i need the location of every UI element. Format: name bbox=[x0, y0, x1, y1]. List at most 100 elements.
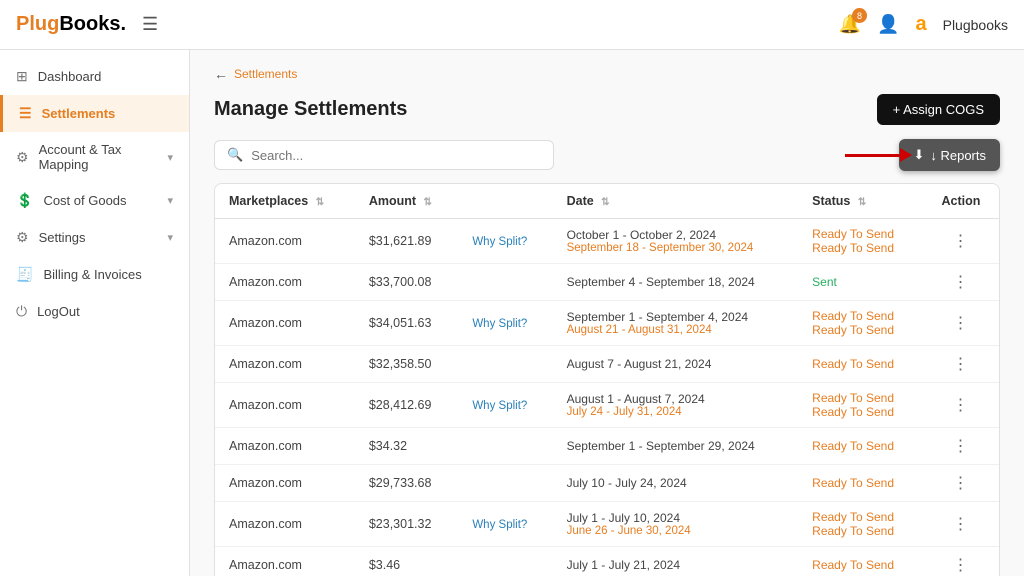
brand-label: Plugbooks bbox=[943, 17, 1008, 33]
sidebar-item-settings[interactable]: ⚙ Settings ▾ bbox=[0, 219, 189, 256]
cell-action[interactable]: ⋮ bbox=[923, 346, 999, 383]
sidebar-item-label: Cost of Goods bbox=[43, 193, 126, 208]
cell-status: Ready To Send bbox=[798, 346, 923, 383]
annotation-arrow bbox=[845, 148, 912, 162]
amazon-icon: a bbox=[915, 13, 926, 36]
cell-why-split bbox=[458, 465, 552, 502]
cell-action[interactable]: ⋮ bbox=[923, 428, 999, 465]
cell-marketplace: Amazon.com bbox=[215, 346, 355, 383]
cell-date: July 10 - July 24, 2024 bbox=[553, 465, 799, 502]
notification-badge: 8 bbox=[852, 8, 867, 23]
billing-icon: 🧾 bbox=[16, 266, 33, 283]
back-button[interactable]: ← bbox=[214, 66, 228, 82]
page-title: Manage Settlements bbox=[214, 98, 407, 121]
cell-action[interactable]: ⋮ bbox=[923, 301, 999, 346]
reports-label: ↓ Reports bbox=[930, 148, 986, 163]
cell-action[interactable]: ⋮ bbox=[923, 547, 999, 576]
sidebar: ⊞ Dashboard ☰ Settlements ⚙ Account & Ta… bbox=[0, 50, 190, 576]
sidebar-item-account-tax[interactable]: ⚙ Account & Tax Mapping ▾ bbox=[0, 132, 189, 182]
action-menu-icon[interactable]: ⋮ bbox=[952, 438, 969, 455]
action-menu-icon[interactable]: ⋮ bbox=[952, 315, 969, 332]
sidebar-item-logout[interactable]: ⏻ LogOut bbox=[0, 293, 189, 330]
reports-button[interactable]: ⬇ ↓ Reports bbox=[899, 139, 1000, 171]
sidebar-item-settlements[interactable]: ☰ Settlements bbox=[0, 95, 189, 132]
cell-action[interactable]: ⋮ bbox=[923, 502, 999, 547]
chevron-down-icon: ▾ bbox=[167, 194, 173, 207]
cell-status: Ready To Send bbox=[798, 428, 923, 465]
search-input[interactable] bbox=[251, 148, 541, 163]
sidebar-item-dashboard[interactable]: ⊞ Dashboard bbox=[0, 58, 189, 95]
cell-date: July 1 - July 21, 2024 bbox=[553, 547, 799, 576]
cell-status: Ready To Send Ready To Send bbox=[798, 383, 923, 428]
sort-icon[interactable]: ⇅ bbox=[316, 197, 324, 208]
navbar-left: PlugBooks. ☰ bbox=[16, 13, 158, 36]
cell-status: Ready To Send Ready To Send bbox=[798, 502, 923, 547]
cell-why-split bbox=[458, 428, 552, 465]
account-tax-icon: ⚙ bbox=[16, 149, 29, 166]
cell-marketplace: Amazon.com bbox=[215, 301, 355, 346]
sort-icon[interactable]: ⇅ bbox=[858, 197, 866, 208]
cell-marketplace: Amazon.com bbox=[215, 465, 355, 502]
cell-date: October 1 - October 2, 2024 September 18… bbox=[553, 219, 799, 264]
reports-area: ⬇ ↓ Reports bbox=[899, 139, 1000, 171]
table-row: Amazon.com $32,358.50 August 7 - August … bbox=[215, 346, 999, 383]
col-why-split bbox=[458, 184, 552, 219]
action-menu-icon[interactable]: ⋮ bbox=[952, 274, 969, 291]
table-row: Amazon.com $34,051.63 Why Split? Septemb… bbox=[215, 301, 999, 346]
cell-why-split bbox=[458, 547, 552, 576]
cell-action[interactable]: ⋮ bbox=[923, 465, 999, 502]
cell-why-split[interactable]: Why Split? bbox=[458, 383, 552, 428]
action-menu-icon[interactable]: ⋮ bbox=[952, 475, 969, 492]
sidebar-item-label: Settlements bbox=[42, 106, 116, 121]
cell-marketplace: Amazon.com bbox=[215, 219, 355, 264]
settlements-icon: ☰ bbox=[19, 105, 32, 122]
col-status: Status ⇅ bbox=[798, 184, 923, 219]
cell-amount: $34,051.63 bbox=[355, 301, 458, 346]
cog-icon: 💲 bbox=[16, 192, 33, 209]
page-header: Manage Settlements + Assign COGS bbox=[214, 94, 1000, 125]
sort-icon[interactable]: ⇅ bbox=[424, 197, 432, 208]
cell-marketplace: Amazon.com bbox=[215, 383, 355, 428]
sidebar-item-cost-of-goods[interactable]: 💲 Cost of Goods ▾ bbox=[0, 182, 189, 219]
main-layout: ⊞ Dashboard ☰ Settlements ⚙ Account & Ta… bbox=[0, 50, 1024, 576]
action-menu-icon[interactable]: ⋮ bbox=[952, 516, 969, 533]
sort-icon[interactable]: ⇅ bbox=[601, 197, 609, 208]
cell-why-split[interactable]: Why Split? bbox=[458, 219, 552, 264]
cell-date: August 1 - August 7, 2024 July 24 - July… bbox=[553, 383, 799, 428]
notification-icon[interactable]: 🔔 8 bbox=[839, 14, 861, 35]
cell-why-split bbox=[458, 346, 552, 383]
sidebar-item-billing[interactable]: 🧾 Billing & Invoices bbox=[0, 256, 189, 293]
action-menu-icon[interactable]: ⋮ bbox=[952, 557, 969, 574]
table-row: Amazon.com $29,733.68 July 10 - July 24,… bbox=[215, 465, 999, 502]
cell-amount: $33,700.08 bbox=[355, 264, 458, 301]
cell-date: September 4 - September 18, 2024 bbox=[553, 264, 799, 301]
table-row: Amazon.com $23,301.32 Why Split? July 1 … bbox=[215, 502, 999, 547]
logo-books: Books. bbox=[59, 13, 126, 35]
cell-action[interactable]: ⋮ bbox=[923, 383, 999, 428]
cell-action[interactable]: ⋮ bbox=[923, 264, 999, 301]
user-icon[interactable]: 👤 bbox=[877, 14, 899, 35]
dashboard-icon: ⊞ bbox=[16, 68, 28, 85]
action-menu-icon[interactable]: ⋮ bbox=[952, 356, 969, 373]
menu-icon[interactable]: ☰ bbox=[142, 14, 158, 35]
cell-date: July 1 - July 10, 2024 June 26 - June 30… bbox=[553, 502, 799, 547]
sidebar-item-label: Dashboard bbox=[38, 69, 102, 84]
cell-marketplace: Amazon.com bbox=[215, 428, 355, 465]
cell-status: Ready To Send bbox=[798, 465, 923, 502]
logo: PlugBooks. bbox=[16, 13, 126, 36]
cell-status: Ready To Send bbox=[798, 547, 923, 576]
col-date: Date ⇅ bbox=[553, 184, 799, 219]
table-row: Amazon.com $31,621.89 Why Split? October… bbox=[215, 219, 999, 264]
navbar-right: 🔔 8 👤 a Plugbooks bbox=[839, 13, 1008, 36]
chevron-down-icon: ▾ bbox=[167, 151, 173, 164]
chevron-down-icon: ▾ bbox=[167, 231, 173, 244]
table-row: Amazon.com $28,412.69 Why Split? August … bbox=[215, 383, 999, 428]
assign-cogs-button[interactable]: + Assign COGS bbox=[877, 94, 1000, 125]
cell-why-split[interactable]: Why Split? bbox=[458, 301, 552, 346]
action-menu-icon[interactable]: ⋮ bbox=[952, 397, 969, 414]
cell-date: September 1 - September 4, 2024 August 2… bbox=[553, 301, 799, 346]
cell-action[interactable]: ⋮ bbox=[923, 219, 999, 264]
cell-date: September 1 - September 29, 2024 bbox=[553, 428, 799, 465]
cell-why-split[interactable]: Why Split? bbox=[458, 502, 552, 547]
action-menu-icon[interactable]: ⋮ bbox=[952, 233, 969, 250]
